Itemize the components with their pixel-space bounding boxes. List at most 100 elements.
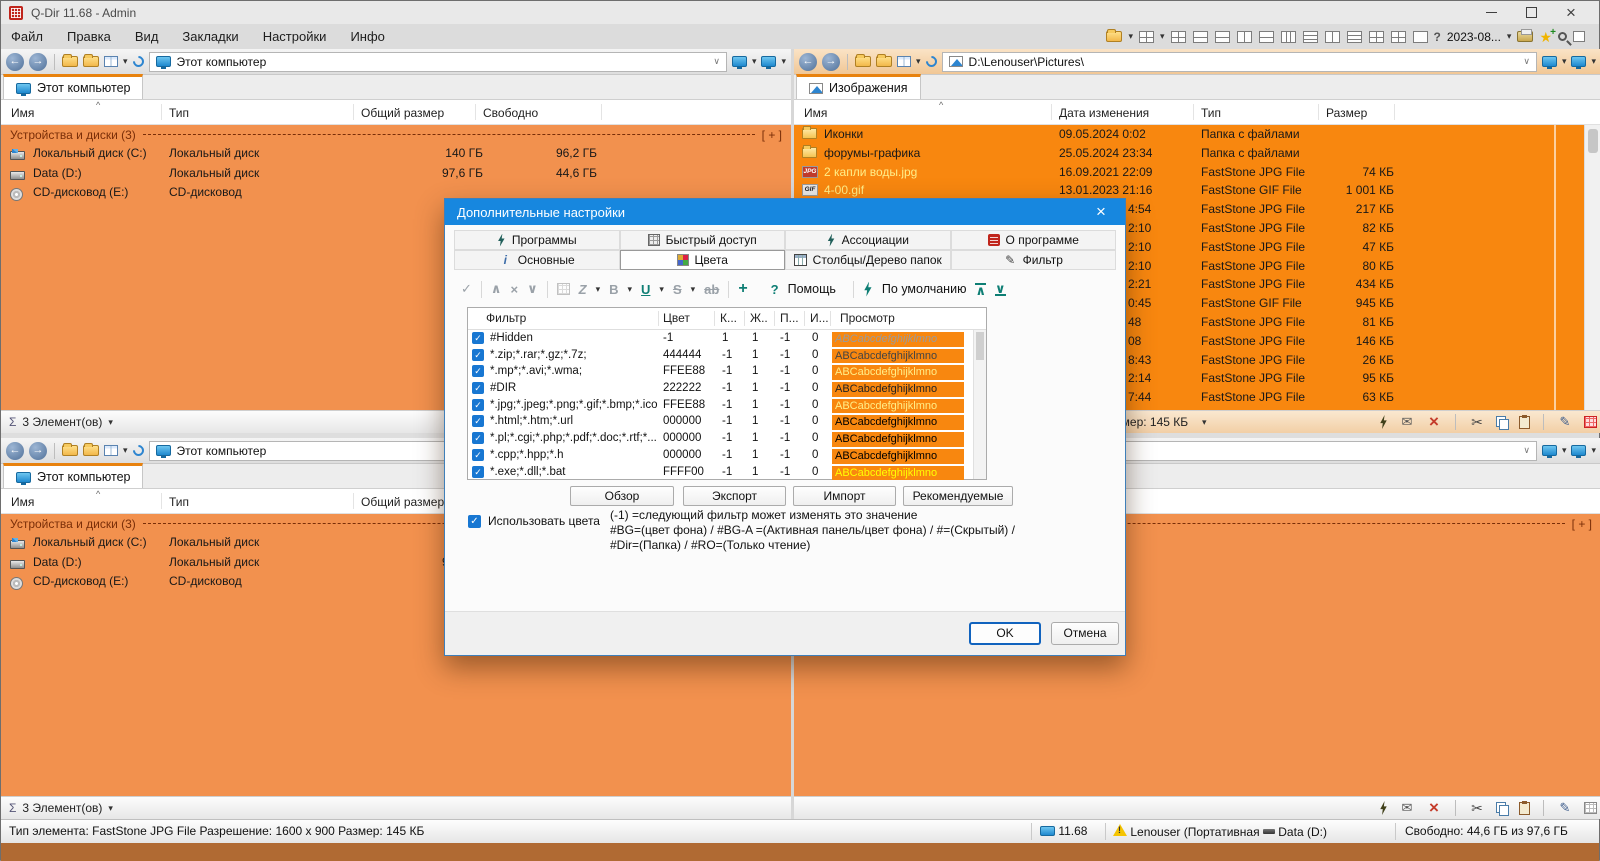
scroll-top-icon[interactable]: ∧ <box>975 283 986 296</box>
chevron-down-icon[interactable]: ▾ <box>123 445 128 456</box>
layout-icon[interactable] <box>1413 31 1428 43</box>
view-mode-icon[interactable] <box>104 56 118 67</box>
filter-row[interactable]: ✓ *.jpg;*.jpeg;*.png;*.gif;*.bmp;*.ico F… <box>468 397 986 414</box>
date-filter-button[interactable]: 2023-08... <box>1447 30 1501 44</box>
layout-icon[interactable] <box>1237 31 1252 43</box>
folder-up-icon[interactable] <box>62 445 78 456</box>
zoom-icon[interactable] <box>1558 32 1567 41</box>
colors-icon[interactable] <box>1584 416 1597 428</box>
rename-style-icon[interactable]: ab <box>704 282 719 297</box>
cut-icon[interactable] <box>1469 800 1485 817</box>
drive-row[interactable]: Локальный диск (C:) Локальный диск 140 Г… <box>1 144 791 164</box>
chevron-down-icon[interactable]: ▾ <box>108 417 113 428</box>
maximize-button[interactable] <box>1511 2 1551 24</box>
chevron-down-icon[interactable]: ▾ <box>123 56 128 67</box>
import-button[interactable]: Импорт <box>793 486 896 506</box>
tab-pictures[interactable]: Изображения <box>796 74 921 99</box>
layout-icon[interactable] <box>1215 31 1230 43</box>
move-up-icon[interactable]: ∧ <box>491 281 502 297</box>
column-header[interactable]: Общий размер <box>361 100 444 125</box>
layout-icon[interactable] <box>1281 31 1296 43</box>
filter-row[interactable]: ✓ *.exe;*.dll;*.bat FFFF00 -1 1 -1 0 ABC… <box>468 464 986 481</box>
bold-icon[interactable]: B <box>609 282 618 297</box>
view-mode-icon[interactable] <box>897 56 911 67</box>
recommended-button[interactable]: Рекомендуемые <box>903 486 1013 506</box>
panel-select-icon[interactable] <box>1571 445 1586 456</box>
drive-row[interactable]: Data (D:) Локальный диск 97,6 ГБ 44,6 ГБ <box>1 164 791 184</box>
folder-up-icon[interactable] <box>855 56 871 67</box>
column-header[interactable]: Имя <box>11 100 34 125</box>
refresh-icon[interactable] <box>130 54 146 70</box>
group-expand[interactable]: [ + ] <box>762 128 782 142</box>
folder-icon[interactable] <box>876 56 892 67</box>
colors-icon[interactable] <box>1584 802 1597 814</box>
checkbox-checked[interactable]: ✓ <box>472 415 484 427</box>
file-row[interactable]: форумы-графика 25.05.2024 23:34 Папка с … <box>794 144 1584 163</box>
column-header[interactable]: Тип <box>1201 100 1221 125</box>
apply-check-icon[interactable]: ✓ <box>461 281 472 297</box>
chevron-down-icon[interactable]: ▾ <box>916 56 921 67</box>
lightning-icon[interactable] <box>863 282 873 297</box>
column-header[interactable]: П... <box>780 311 799 325</box>
view-mode-icon[interactable] <box>104 445 118 456</box>
chevron-down-icon[interactable]: ▾ <box>1591 445 1596 456</box>
dialog-tab[interactable]: Основные <box>454 250 620 270</box>
checkbox-checked[interactable]: ✓ <box>472 365 484 377</box>
back-button[interactable]: ← <box>6 442 24 460</box>
column-header[interactable]: Тип <box>169 100 189 125</box>
window-layout-icon[interactable] <box>1573 31 1585 42</box>
tab-this-computer[interactable]: Этот компьютер <box>3 74 143 99</box>
filter-row[interactable]: ✓ *.cpp;*.hpp;*.h 000000 -1 1 -1 0 ABCab… <box>468 447 986 464</box>
delete-filter-icon[interactable]: × <box>510 282 518 297</box>
checkbox-checked[interactable]: ✓ <box>472 466 484 478</box>
column-header[interactable]: Имя <box>804 100 827 125</box>
italic-icon[interactable]: Z <box>579 282 587 297</box>
layout-icon[interactable] <box>1259 31 1274 43</box>
export-button[interactable]: Экспорт <box>683 486 786 506</box>
lightning-icon[interactable] <box>1379 801 1388 815</box>
filter-row[interactable]: ✓ #Hidden -1 1 1 -1 0 ABCabcdefghijklmno <box>468 330 986 347</box>
back-button[interactable]: ← <box>6 53 24 71</box>
column-header[interactable]: Имя <box>11 489 34 514</box>
print-icon[interactable] <box>1517 31 1533 42</box>
checkbox-checked[interactable]: ✓ <box>472 332 484 344</box>
checkbox-checked[interactable]: ✓ <box>468 515 481 528</box>
dialog-tab[interactable]: Ассоциации <box>785 230 951 250</box>
column-header[interactable]: Общий размер <box>361 489 444 514</box>
dialog-tab[interactable]: Цвета <box>620 250 786 270</box>
rename-icon[interactable] <box>1557 800 1573 816</box>
strikethrough-icon[interactable]: S <box>673 282 682 297</box>
layout-icon[interactable] <box>1391 31 1406 43</box>
column-header[interactable]: И... <box>810 311 829 325</box>
chevron-down-icon[interactable]: ▾ <box>1562 56 1567 67</box>
menu-item[interactable]: Инфо <box>350 29 384 44</box>
layout-icon[interactable] <box>1325 31 1340 43</box>
column-header[interactable]: Фильтр <box>486 311 526 325</box>
filter-row[interactable]: ✓ *.zip;*.rar;*.gz;*.7z; 444444 -1 1 -1 … <box>468 347 986 364</box>
move-down-icon[interactable]: ∨ <box>527 281 538 297</box>
chevron-down-icon[interactable]: ▾ <box>1202 417 1207 428</box>
dialog-tab[interactable]: Программы <box>454 230 620 250</box>
cut-icon[interactable] <box>1469 414 1485 431</box>
group-header[interactable]: Устройства и диски (3)[ + ] <box>1 125 791 144</box>
lightning-icon[interactable] <box>1379 415 1388 429</box>
close-button[interactable] <box>1551 2 1591 24</box>
folder-icon[interactable] <box>83 445 99 456</box>
forward-button[interactable]: → <box>29 53 47 71</box>
menu-item[interactable]: Файл <box>11 29 43 44</box>
underline-icon[interactable]: U <box>641 282 650 297</box>
chevron-down-icon[interactable]: ▾ <box>1591 56 1596 67</box>
mail-icon[interactable] <box>1399 414 1415 430</box>
folder-up-icon[interactable] <box>62 56 78 67</box>
rename-icon[interactable] <box>1557 414 1573 430</box>
add-filter-icon[interactable]: + <box>738 280 747 298</box>
panel-select-icon[interactable] <box>761 56 776 67</box>
panel-select-icon[interactable] <box>1542 56 1557 67</box>
address-bar[interactable]: D:\Lenouser\Pictures\∨ <box>942 52 1537 72</box>
delete-icon[interactable] <box>1426 412 1442 432</box>
browse-button[interactable]: Обзор <box>570 486 674 506</box>
chevron-down-icon[interactable]: ▾ <box>691 284 696 295</box>
vertical-scrollbar[interactable] <box>1584 125 1600 410</box>
layout-icon[interactable] <box>1347 31 1362 43</box>
help-icon[interactable]: ? <box>771 282 779 297</box>
